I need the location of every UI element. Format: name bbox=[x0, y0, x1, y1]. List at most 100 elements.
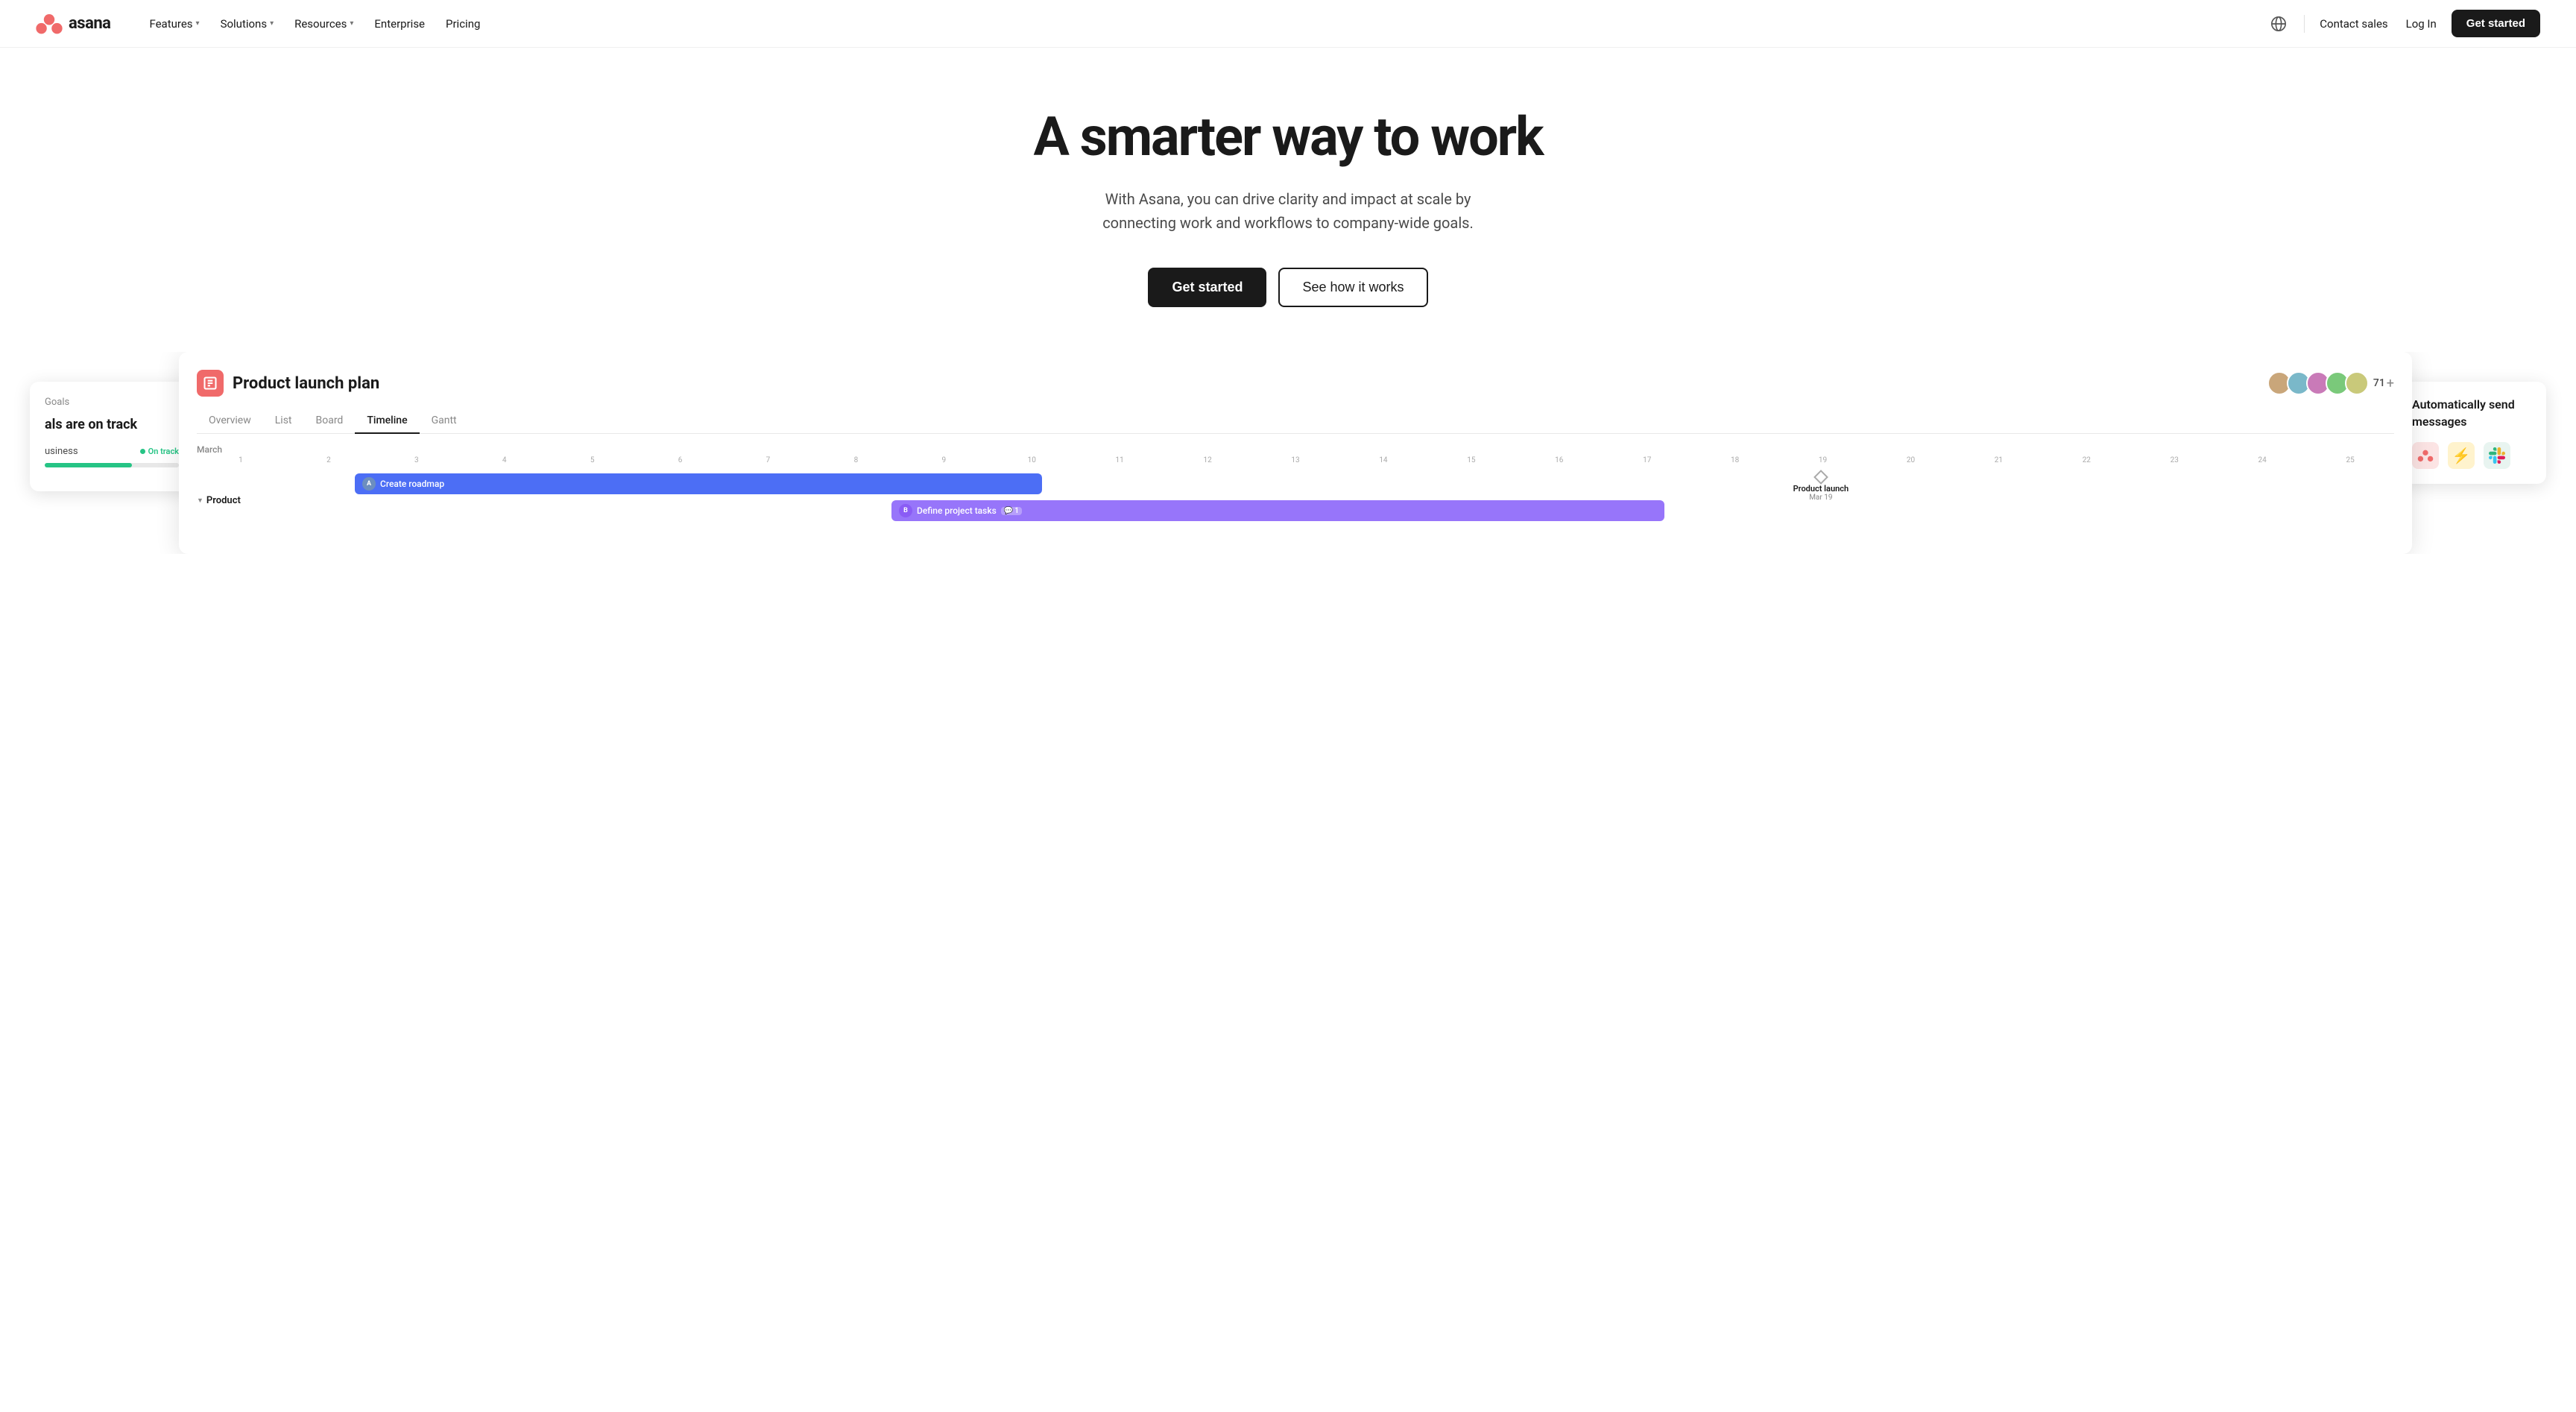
task-define-tasks[interactable]: B Define project tasks 💬 1 bbox=[891, 500, 1664, 521]
hero-section: A smarter way to work With Asana, you ca… bbox=[0, 48, 2576, 352]
avatar-group bbox=[2267, 371, 2369, 395]
nav-right: Contact sales Log In Get started bbox=[2265, 10, 2540, 37]
goals-heading-text: als are on track bbox=[45, 417, 179, 432]
nav-pricing[interactable]: Pricing bbox=[437, 11, 489, 37]
card-title-row: Product launch plan bbox=[197, 370, 379, 397]
project-tabs: Overview List Board Timeline Gantt bbox=[197, 409, 2394, 434]
milestone-label: Product launch bbox=[1793, 484, 1849, 494]
goals-section-label: Goals bbox=[45, 397, 179, 408]
tab-timeline[interactable]: Timeline bbox=[355, 409, 419, 434]
hero-see-how-button[interactable]: See how it works bbox=[1278, 268, 1427, 307]
automation-integration-icon: ⚡ bbox=[2448, 442, 2475, 469]
group-label: ▼ Product bbox=[197, 495, 242, 506]
logo-text: asana bbox=[69, 14, 110, 33]
avatar-group-area: 71 + bbox=[2267, 371, 2394, 395]
tab-gantt[interactable]: Gantt bbox=[420, 409, 469, 434]
bolt-icon: ⚡ bbox=[2452, 447, 2471, 464]
task-avatar-1: A bbox=[362, 477, 376, 491]
goal-row: usiness On track bbox=[45, 446, 179, 457]
comment-icon: 💬 bbox=[1004, 507, 1013, 515]
tab-overview[interactable]: Overview bbox=[197, 409, 263, 434]
date-22: 22 bbox=[2042, 456, 2130, 464]
hero-subtitle: With Asana, you can drive clarity and im… bbox=[1087, 187, 1489, 235]
timeline-header: March 1 2 3 4 5 6 7 8 9 10 11 12 13 14 1… bbox=[197, 434, 2394, 464]
add-member-button[interactable]: + bbox=[2387, 376, 2394, 391]
group-chevron-icon: ▼ bbox=[197, 497, 203, 505]
on-track-badge: On track bbox=[140, 447, 179, 456]
task-label-create-roadmap: Create roadmap bbox=[380, 479, 444, 489]
date-row: 1 2 3 4 5 6 7 8 9 10 11 12 13 14 15 16 1… bbox=[197, 456, 2394, 464]
date-8: 8 bbox=[812, 456, 900, 464]
navigation: asana Features ▾ Solutions ▾ Resources ▾… bbox=[0, 0, 2576, 48]
task-label-define-tasks: Define project tasks bbox=[917, 505, 997, 516]
milestone-date: Mar 19 bbox=[1809, 494, 1832, 502]
date-5: 5 bbox=[549, 456, 637, 464]
date-3: 3 bbox=[373, 456, 461, 464]
date-15: 15 bbox=[1427, 456, 1515, 464]
hero-get-started-button[interactable]: Get started bbox=[1148, 268, 1266, 307]
goals-panel: Goals als are on track usiness On track bbox=[30, 382, 194, 491]
features-chevron-icon: ▾ bbox=[196, 19, 200, 28]
nav-links: Features ▾ Solutions ▾ Resources ▾ Enter… bbox=[140, 11, 2265, 37]
timeline-body: ▼ Product A Create roadmap B Define proj… bbox=[197, 464, 2394, 530]
hero-title: A smarter way to work bbox=[1033, 107, 1542, 166]
integration-icons: ⚡ bbox=[2412, 442, 2531, 469]
avatar-count: 71 bbox=[2373, 377, 2385, 389]
nav-enterprise[interactable]: Enterprise bbox=[365, 11, 434, 37]
card-project-icon bbox=[197, 370, 224, 397]
asana-logo-icon bbox=[36, 10, 63, 37]
date-19: 19 bbox=[1779, 456, 1867, 464]
get-started-nav-button[interactable]: Get started bbox=[2452, 10, 2540, 37]
date-21: 21 bbox=[1954, 456, 2042, 464]
tab-board[interactable]: Board bbox=[304, 409, 356, 434]
project-icon-svg bbox=[203, 376, 218, 391]
tab-list[interactable]: List bbox=[263, 409, 304, 434]
product-preview-area: Goals als are on track usiness On track bbox=[0, 352, 2576, 554]
date-16: 16 bbox=[1515, 456, 1603, 464]
project-title: Product launch plan bbox=[233, 374, 379, 393]
login-link[interactable]: Log In bbox=[2403, 11, 2440, 37]
comment-badge: 💬 1 bbox=[1001, 507, 1022, 515]
date-1: 1 bbox=[197, 456, 285, 464]
task-create-roadmap[interactable]: A Create roadmap bbox=[355, 473, 1042, 494]
date-10: 10 bbox=[988, 456, 1076, 464]
timeline-track: A Create roadmap B Define project tasks … bbox=[247, 470, 2394, 530]
nav-solutions[interactable]: Solutions ▾ bbox=[212, 11, 283, 37]
date-17: 17 bbox=[1603, 456, 1691, 464]
hero-buttons: Get started See how it works bbox=[1148, 268, 1427, 307]
logo-link[interactable]: asana bbox=[36, 10, 110, 37]
slack-integration-icon bbox=[2484, 442, 2510, 469]
milestone-product-launch: Product launch Mar 19 bbox=[1793, 472, 1849, 502]
avatar-5 bbox=[2345, 371, 2369, 395]
date-18: 18 bbox=[1691, 456, 1779, 464]
date-23: 23 bbox=[2130, 456, 2218, 464]
date-7: 7 bbox=[724, 456, 812, 464]
auto-send-panel: Automatically send messages ⚡ bbox=[2397, 382, 2546, 484]
progress-bar-fill bbox=[45, 463, 132, 467]
nav-resources[interactable]: Resources ▾ bbox=[285, 11, 362, 37]
goal-label: usiness bbox=[45, 446, 78, 457]
timeline-card: Product launch plan 71 + Overview List B… bbox=[179, 352, 2412, 554]
date-20: 20 bbox=[1867, 456, 1955, 464]
date-24: 24 bbox=[2218, 456, 2306, 464]
resources-chevron-icon: ▾ bbox=[350, 19, 353, 28]
date-25: 25 bbox=[2306, 456, 2394, 464]
date-14: 14 bbox=[1339, 456, 1427, 464]
asana-dots-icon bbox=[2417, 447, 2434, 464]
language-selector-button[interactable] bbox=[2265, 10, 2292, 37]
product-group-row: ▼ Product A Create roadmap B Define proj… bbox=[197, 470, 2394, 530]
auto-send-title: Automatically send messages bbox=[2412, 397, 2531, 430]
globe-icon bbox=[2270, 16, 2287, 32]
date-4: 4 bbox=[461, 456, 549, 464]
date-11: 11 bbox=[1076, 456, 1164, 464]
asana-integration-icon bbox=[2412, 442, 2439, 469]
contact-sales-link[interactable]: Contact sales bbox=[2317, 11, 2390, 37]
date-13: 13 bbox=[1251, 456, 1339, 464]
nav-divider bbox=[2304, 15, 2305, 33]
milestone-diamond-icon bbox=[1813, 470, 1828, 485]
date-2: 2 bbox=[285, 456, 373, 464]
date-9: 9 bbox=[900, 456, 988, 464]
comment-count: 1 bbox=[1014, 507, 1019, 515]
nav-features[interactable]: Features ▾ bbox=[140, 11, 208, 37]
progress-bar-background bbox=[45, 463, 179, 467]
